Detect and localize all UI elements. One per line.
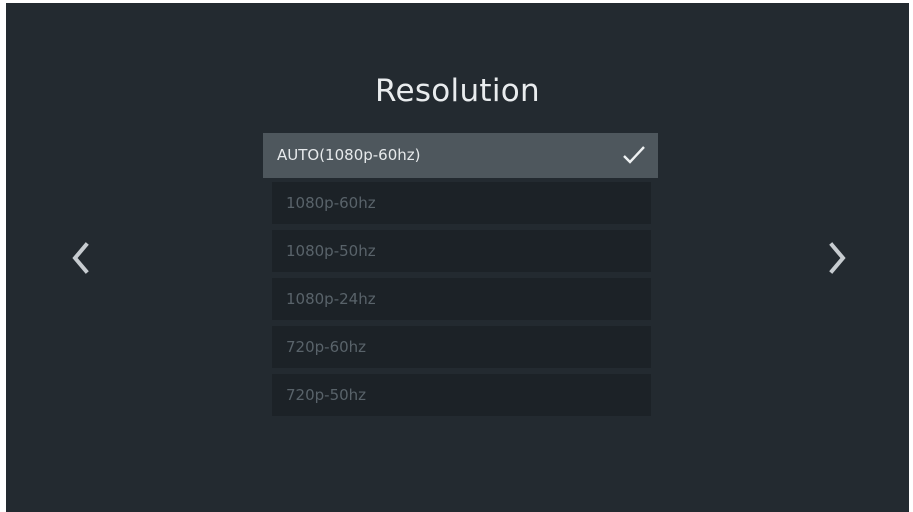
resolution-screen: Resolution AUTO(1080p-60hz) 1080p-60hz 1… [6,3,909,512]
resolution-option-720p-50hz[interactable]: 720p-50hz [272,374,651,416]
resolution-option-label: 1080p-50hz [286,242,376,260]
page-title: Resolution [375,73,540,109]
resolution-option-1080p-60hz[interactable]: 1080p-60hz [272,182,651,224]
resolution-option-label: 1080p-60hz [286,194,376,212]
resolution-option-label: AUTO(1080p-60hz) [277,146,421,164]
resolution-option-label: 720p-60hz [286,338,367,356]
previous-page-button[interactable] [69,241,91,275]
resolution-option-auto-1080p-60hz[interactable]: AUTO(1080p-60hz) [263,133,658,178]
next-page-button[interactable] [827,241,849,275]
resolution-option-label: 1080p-24hz [286,290,376,308]
checkmark-icon [623,146,645,164]
resolution-option-1080p-50hz[interactable]: 1080p-50hz [272,230,651,272]
resolution-option-1080p-24hz[interactable]: 1080p-24hz [272,278,651,320]
chevron-left-icon [72,242,89,274]
chevron-right-icon [829,242,846,274]
resolution-option-label: 720p-50hz [286,386,367,404]
resolution-option-720p-60hz[interactable]: 720p-60hz [272,326,651,368]
resolution-options-list: AUTO(1080p-60hz) 1080p-60hz 1080p-50hz 1… [263,133,658,422]
